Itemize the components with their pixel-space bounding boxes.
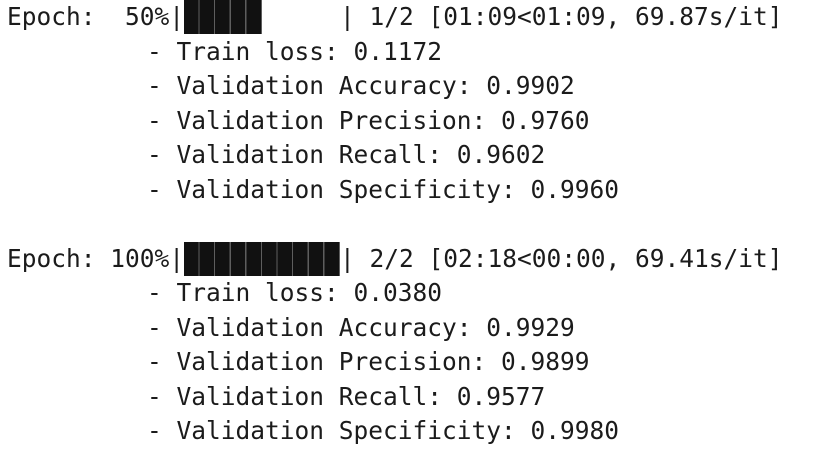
- epoch-label: Epoch: 50%|: [7, 2, 185, 31]
- train-loss-line: - Train loss: 0.0380: [147, 278, 443, 307]
- validation-accuracy-line: - Validation Accuracy: 0.9902: [147, 71, 575, 100]
- validation-accuracy-line: - Validation Accuracy: 0.9929: [147, 312, 575, 342]
- validation-specificity-line: - Validation Specificity: 0.9960: [147, 174, 620, 204]
- progress-stats: | 1/2 [01:09<01:09, 69.87s/it]: [340, 2, 783, 31]
- validation-recall-line: - Validation Recall: 0.9602: [147, 140, 546, 169]
- validation-recall-line: - Validation Recall: 0.9577: [147, 381, 546, 411]
- epoch-block-2: Epoch: 100%| | 2/2 [02:18<00:00, 69.41s/i…: [7, 241, 819, 449]
- progress-bar-fill: [184, 241, 341, 276]
- progress-bar: [184, 0, 340, 34]
- validation-precision-line: - Validation Precision: 0.9899: [147, 347, 590, 376]
- epoch-block-1: Epoch: 50%| | 1/2 [01:09<01:09, 69.87s/it…: [7, 0, 819, 207]
- progress-bar-fill: [184, 0, 263, 34]
- validation-precision-line: - Validation Precision: 0.9760: [147, 105, 590, 135]
- terminal-output: Epoch: 50%| | 1/2 [01:09<01:09, 69.87s/it…: [7, 0, 819, 449]
- validation-specificity-line: - Validation Specificity: 0.9980: [147, 416, 620, 445]
- train-loss-line: - Train loss: 0.1172: [147, 36, 443, 66]
- progress-line: Epoch: 50%| | 1/2 [01:09<01:09, 69.87s/it…: [7, 0, 819, 35]
- progress-stats: | 2/2 [02:18<00:00, 69.41s/it]: [340, 243, 783, 273]
- epoch-label: Epoch: 100%|: [7, 243, 185, 273]
- progress-bar: [184, 241, 341, 276]
- progress-line: Epoch: 100%| | 2/2 [02:18<00:00, 69.41s/i…: [7, 241, 819, 277]
